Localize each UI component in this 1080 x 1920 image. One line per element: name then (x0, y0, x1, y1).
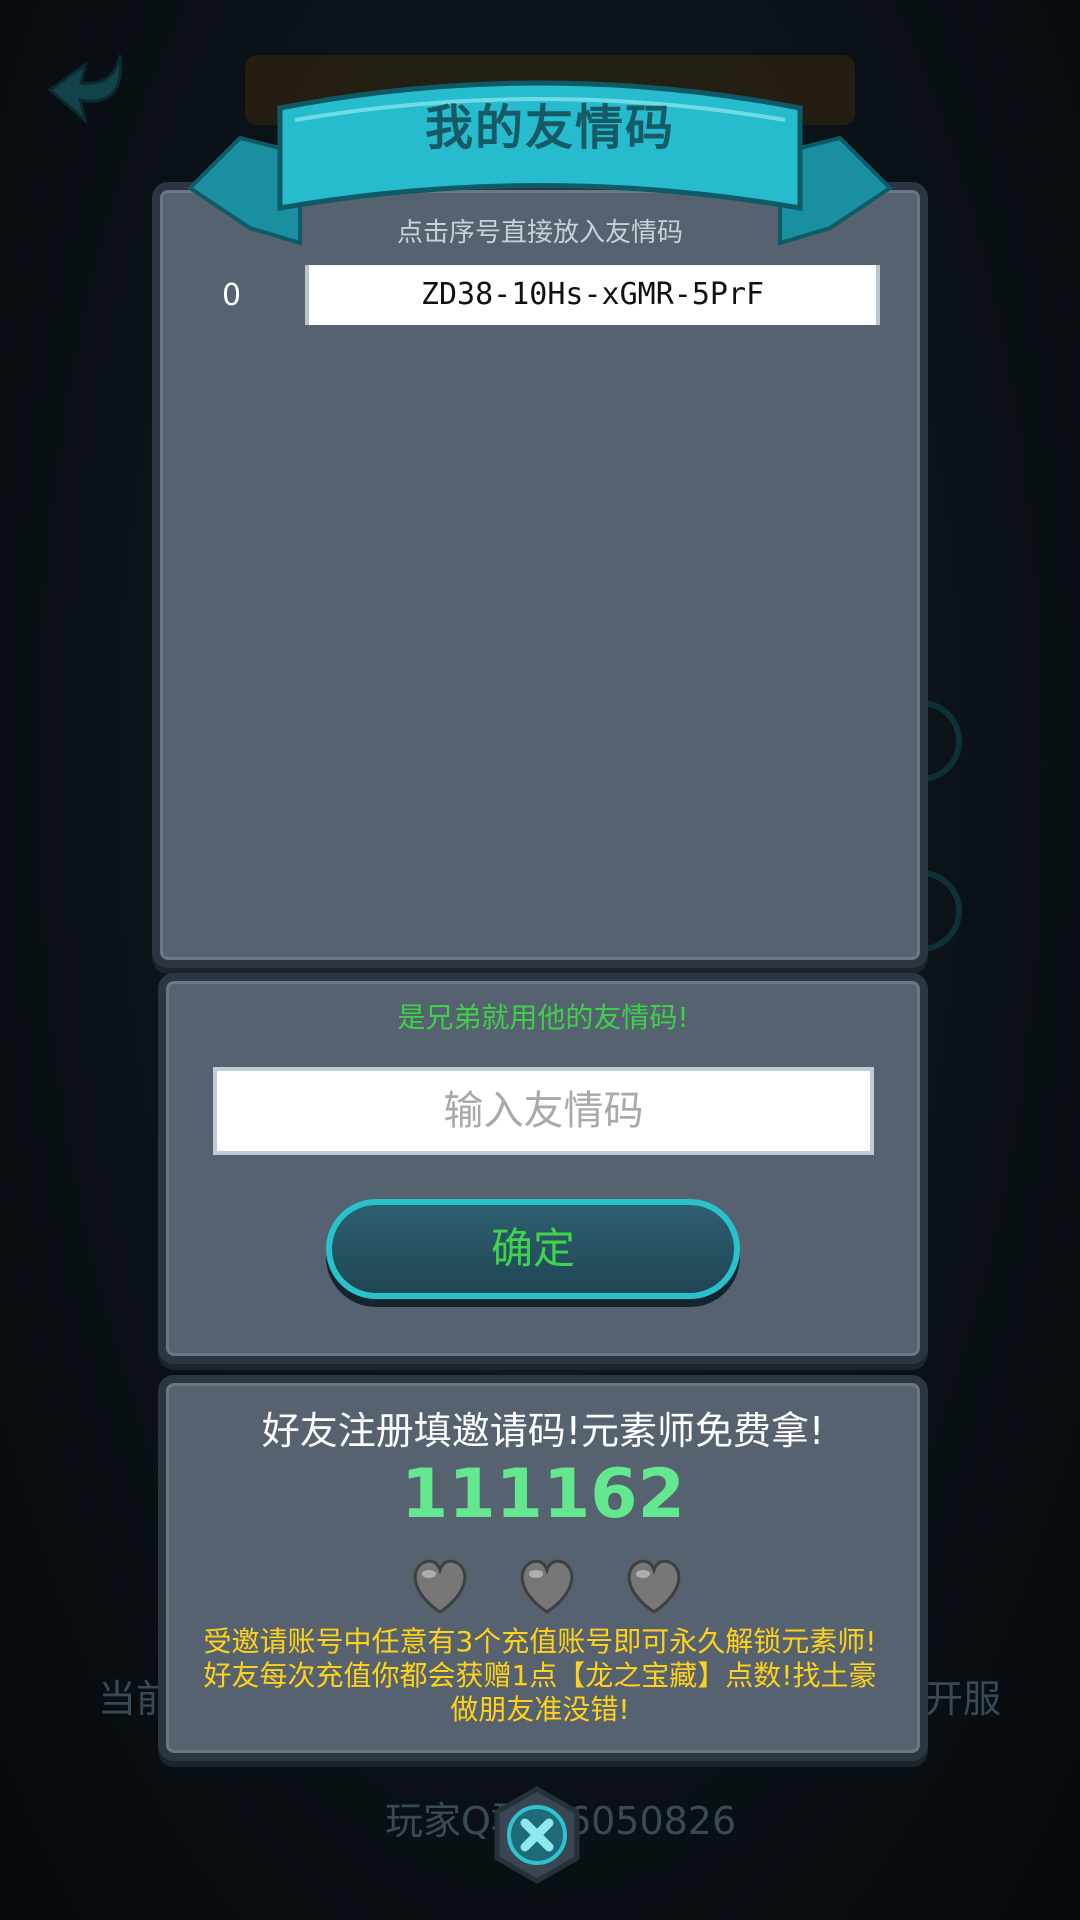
friend-code-screen: 当前 开服 玩家Q群：6050826 我的友情码 点击序号直接放入友情码 0 Z… (0, 0, 1080, 1920)
redeem-title: 是兄弟就用他的友情码! (397, 1001, 689, 1034)
progress-hearts (400, 1550, 700, 1620)
friend-code-input[interactable]: 输入友情码 (213, 1067, 874, 1155)
code-hint: 点击序号直接放入友情码 (396, 218, 683, 248)
dialog-title: 我的友情码 (424, 100, 675, 156)
heart-icon (413, 1559, 467, 1614)
close-icon[interactable] (487, 1785, 587, 1885)
invite-code: 111162 (401, 1455, 685, 1534)
heart-icon (627, 1559, 681, 1614)
reward-description: 受邀请账号中任意有3个充值账号即可永久解锁元素师!好友每次充值你都会获赠1点【龙… (203, 1625, 877, 1726)
friend-code-value[interactable]: ZD38-10Hs-xGMR-5PrF (305, 265, 880, 325)
background-server-text: 开服 (925, 1677, 1002, 1721)
invite-title: 好友注册填邀请码!元素师免费拿! (261, 1409, 825, 1453)
confirm-button[interactable]: 确定 (326, 1199, 740, 1299)
code-index-0[interactable]: 0 (222, 278, 241, 313)
heart-icon (520, 1559, 574, 1614)
back-arrow-icon[interactable] (45, 45, 135, 135)
